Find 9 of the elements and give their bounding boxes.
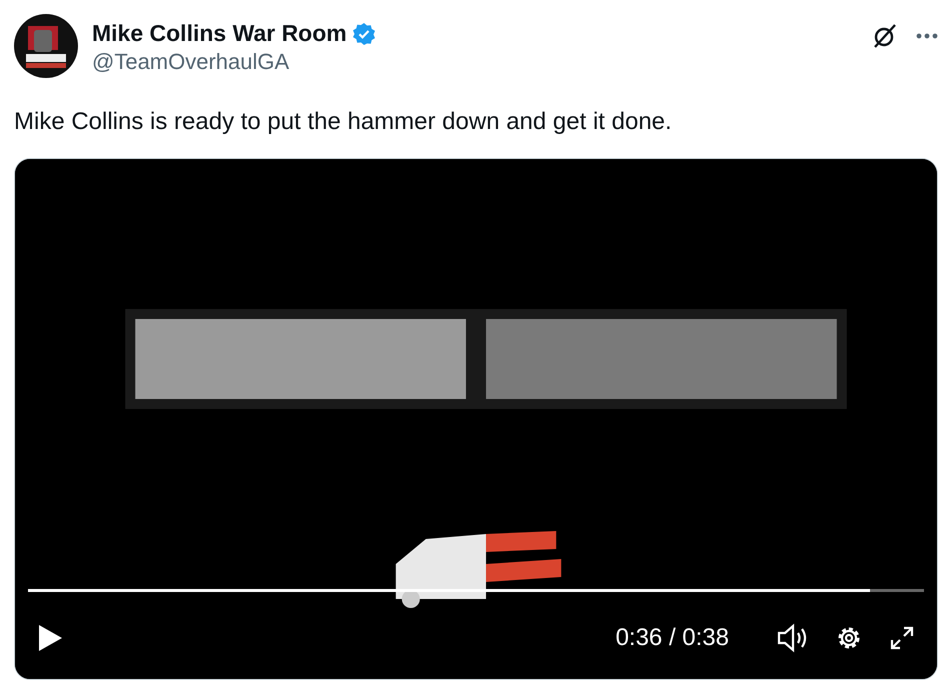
play-button[interactable]: [37, 624, 63, 652]
fullscreen-button[interactable]: [889, 625, 915, 651]
video-time: 0:36 / 0:38: [616, 624, 729, 652]
account-handle[interactable]: @TeamOverhaulGA: [92, 49, 858, 75]
avatar[interactable]: [14, 14, 78, 78]
more-icon[interactable]: [916, 33, 938, 39]
post-text: Mike Collins is ready to put the hammer down and get it done.: [13, 107, 673, 136]
volume-button[interactable]: [777, 623, 809, 653]
account-name[interactable]: Mike Collins War Room: [92, 20, 347, 47]
